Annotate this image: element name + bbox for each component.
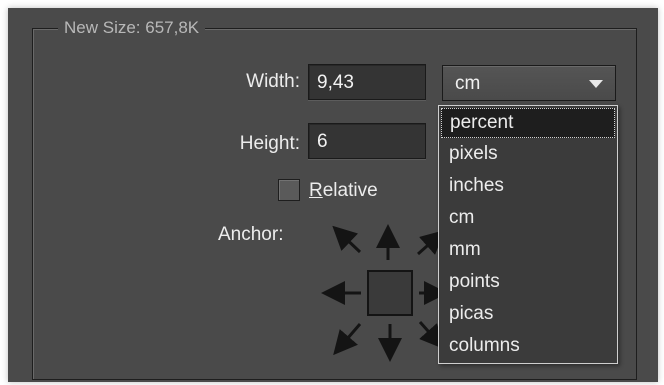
unit-option-picas[interactable]: picas <box>439 298 617 330</box>
canvas-size-panel: New Size: 657,8K Width: 9,43 cm Height: … <box>8 8 658 382</box>
anchor-arrow-up-right-icon[interactable] <box>417 230 445 256</box>
unit-option-points[interactable]: points <box>439 266 617 298</box>
unit-dropdown-list: percent pixels inches cm mm points picas… <box>438 105 618 364</box>
anchor-center-button[interactable] <box>367 270 413 316</box>
unit-option-inches[interactable]: inches <box>439 170 617 202</box>
unit-option-pixels[interactable]: pixels <box>439 138 617 170</box>
anchor-arrow-down-left-icon[interactable] <box>333 323 362 356</box>
unit-option-cm[interactable]: cm <box>439 202 617 234</box>
anchor-arrow-up-left-icon[interactable] <box>332 225 362 254</box>
anchor-arrow-down-right-icon[interactable] <box>418 321 444 349</box>
unit-option-mm[interactable]: mm <box>439 234 617 266</box>
unit-option-percent[interactable]: percent <box>441 108 615 138</box>
unit-option-columns[interactable]: columns <box>439 330 617 362</box>
